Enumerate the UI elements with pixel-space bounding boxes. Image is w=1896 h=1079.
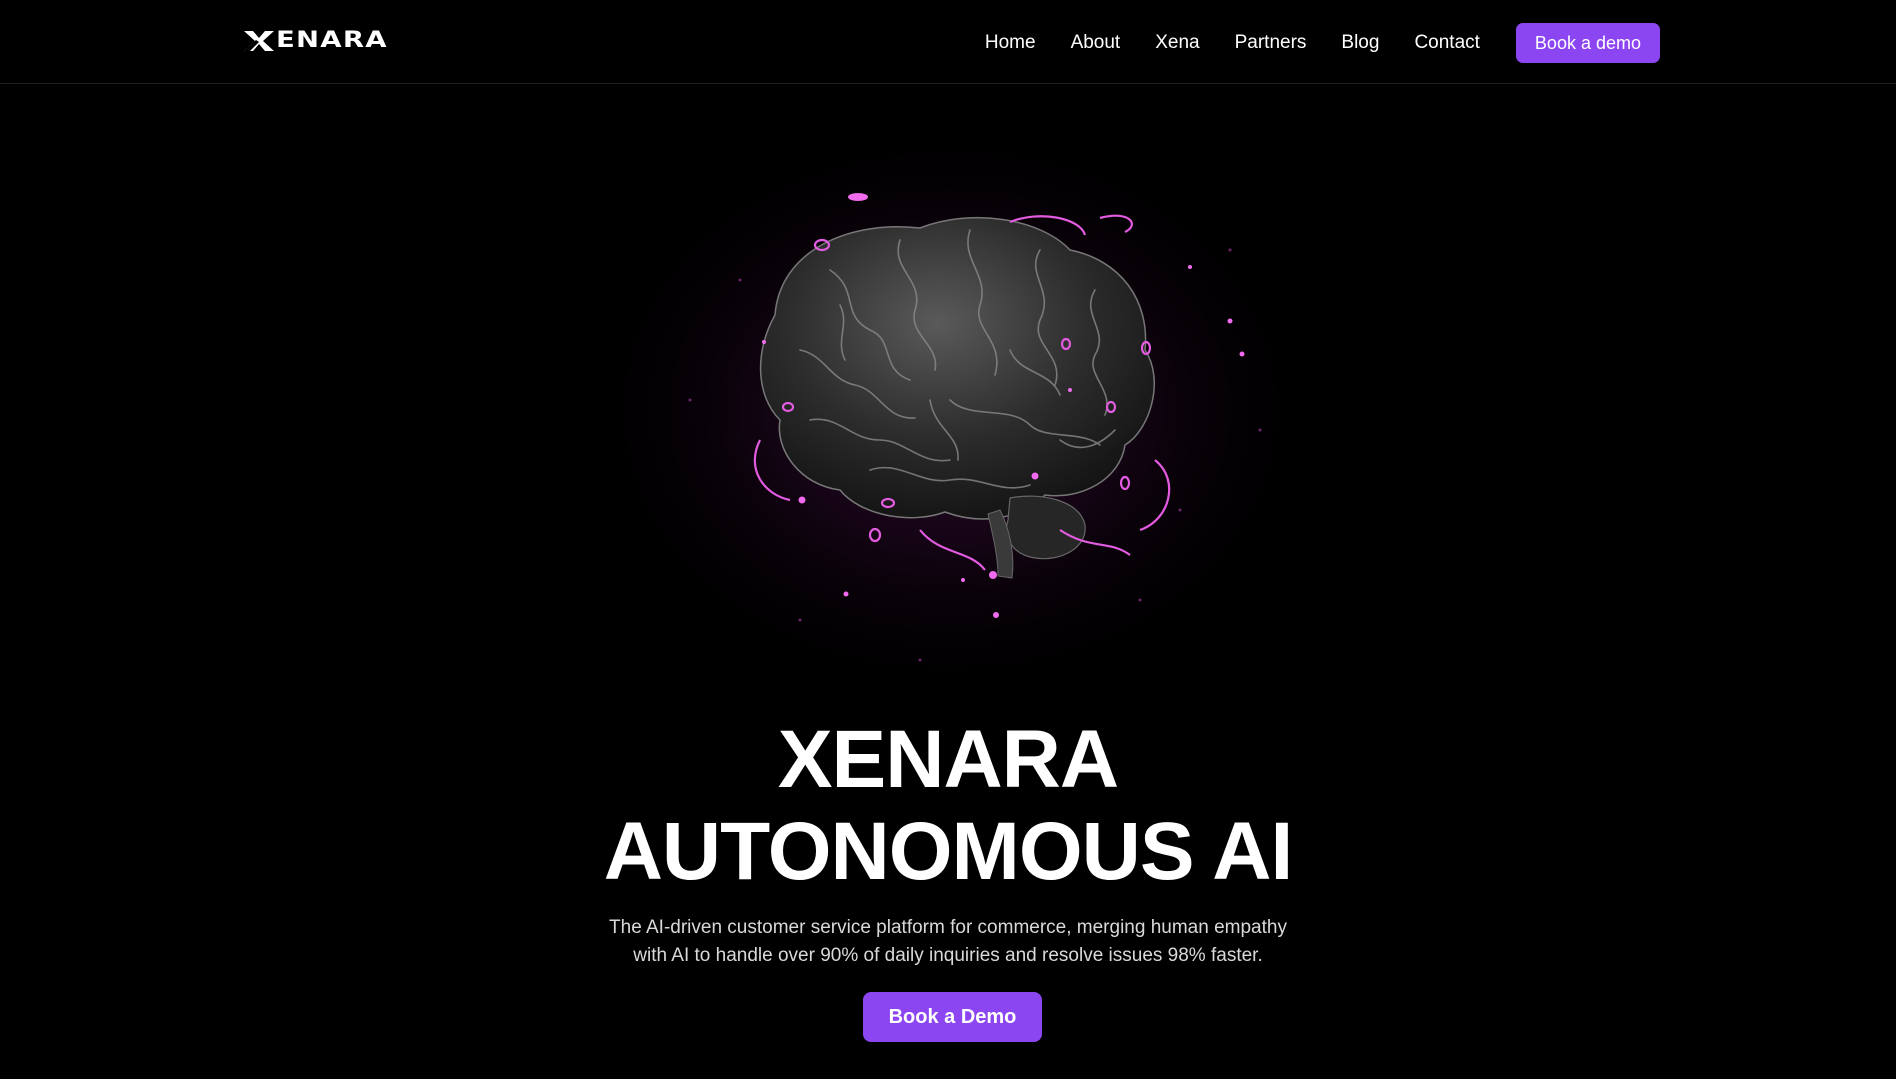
xenara-logo[interactable]: ENARA (244, 30, 387, 52)
logo-x-icon (244, 31, 274, 51)
logo-wordmark: ENARA (276, 28, 388, 53)
nav-blog[interactable]: Blog (1341, 32, 1379, 54)
nav-home[interactable]: Home (985, 32, 1036, 54)
site-header: ENARA Home About Xena Partners Blog Cont… (0, 0, 1896, 84)
hero-subtitle: The AI-driven customer service platform … (0, 914, 1896, 970)
hero-title: XENARA AUTONOMOUS AI (0, 714, 1896, 898)
nav-about[interactable]: About (1071, 32, 1121, 54)
hero-subtitle-line-2: with AI to handle over 90% of daily inqu… (633, 945, 1263, 966)
hero-subtitle-line-1: The AI-driven customer service platform … (609, 917, 1287, 938)
main-nav: Home About Xena Partners Blog Contact Bo… (985, 22, 1660, 64)
brain-illustration (570, 110, 1330, 710)
page: ENARA Home About Xena Partners Blog Cont… (0, 0, 1896, 1079)
book-demo-nav-button[interactable]: Book a demo (1515, 23, 1660, 63)
nav-partners[interactable]: Partners (1235, 32, 1307, 54)
nav-xena[interactable]: Xena (1155, 32, 1199, 54)
book-demo-hero-button[interactable]: Book a Demo (863, 992, 1042, 1042)
hero-title-line-1: XENARA (777, 714, 1119, 805)
hero-title-line-2: AUTONOMOUS AI (603, 806, 1294, 897)
nav-contact[interactable]: Contact (1414, 32, 1479, 54)
